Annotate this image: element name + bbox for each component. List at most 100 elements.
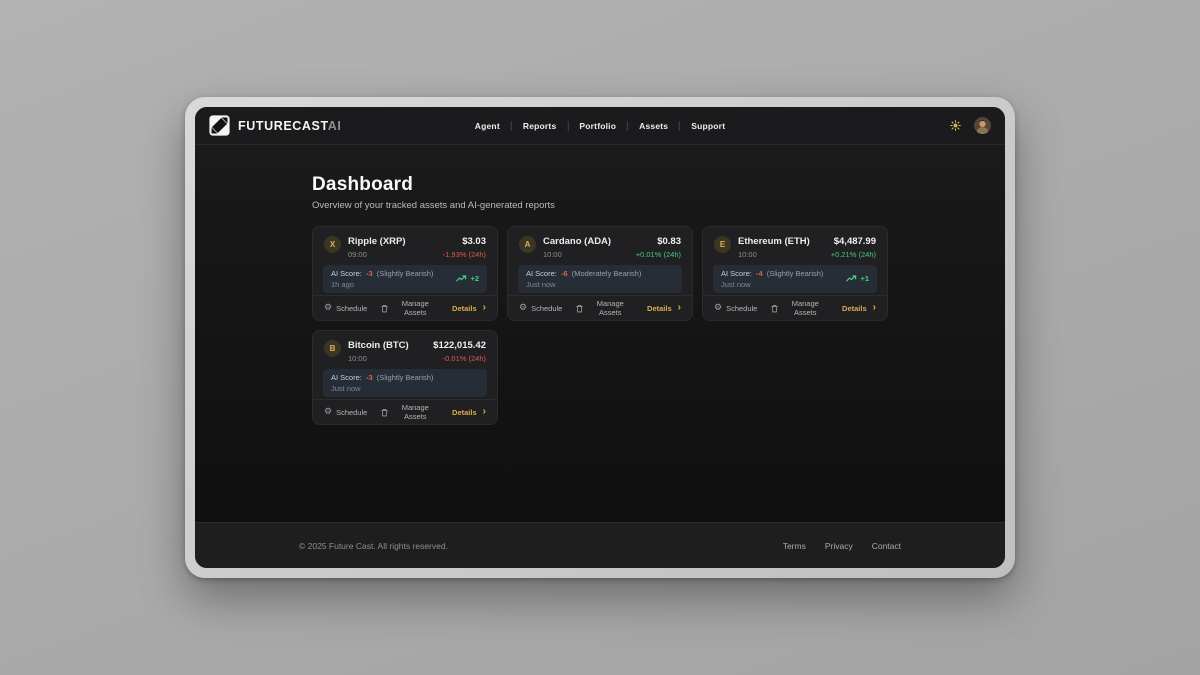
asset-card-grid: X Ripple (XRP) 09:00 $3.03 -1.93% (24h): [312, 226, 888, 425]
gear-icon: ⚙: [324, 408, 332, 417]
trash-icon: [771, 304, 778, 313]
ai-score-label: AI Score:: [331, 269, 362, 278]
asset-price: $122,015.42: [433, 340, 486, 351]
chevron-right-icon: ›: [678, 303, 681, 313]
schedule-label: Schedule: [726, 304, 757, 313]
manage-assets-button[interactable]: Manage Assets: [381, 299, 438, 317]
asset-change: -1.93% (24h): [443, 250, 486, 259]
details-button[interactable]: Details ›: [452, 408, 486, 417]
ai-updated: Just now: [721, 280, 823, 289]
user-avatar[interactable]: [974, 117, 991, 134]
asset-initial-badge: A: [519, 236, 536, 253]
brand-name: FUTURECASTAI: [238, 119, 342, 133]
nav-item-assets[interactable]: Assets: [639, 121, 668, 131]
schedule-button[interactable]: ⚙ Schedule: [519, 304, 562, 313]
manage-assets-button[interactable]: Manage Assets: [771, 299, 828, 317]
card-actions: ⚙ Schedule Manage Assets Details: [703, 295, 887, 320]
nav-item-support[interactable]: Support: [691, 121, 725, 131]
brand-logo-icon: [209, 115, 230, 136]
schedule-label: Schedule: [336, 408, 367, 417]
details-label: Details: [842, 304, 867, 313]
ai-score-row: AI Score: -3 (Slightly Bearish) Just now: [323, 369, 487, 398]
trending-up-icon: [456, 275, 467, 282]
schedule-label: Schedule: [336, 304, 367, 313]
footer-link-privacy[interactable]: Privacy: [825, 541, 853, 551]
copyright-text: © 2025 Future Cast. All rights reserved.: [299, 541, 448, 551]
ai-sentiment: (Slightly Bearish): [767, 269, 824, 278]
nav-item-reports[interactable]: Reports: [523, 121, 557, 131]
card-actions: ⚙ Schedule Manage Assets Details: [313, 295, 497, 320]
app-window: FUTURECASTAI Agent Reports Portfolio Ass…: [185, 97, 1015, 578]
ai-updated: Just now: [331, 384, 433, 393]
ai-score-row: AI Score: -3 (Slightly Bearish) 1h ago: [323, 265, 487, 294]
schedule-button[interactable]: ⚙ Schedule: [714, 304, 757, 313]
asset-name: Bitcoin (BTC): [348, 340, 409, 351]
details-button[interactable]: Details ›: [842, 304, 876, 313]
ai-updated: Just now: [526, 280, 641, 289]
ai-updated: 1h ago: [331, 280, 433, 289]
app-screen: FUTURECASTAI Agent Reports Portfolio Ass…: [195, 107, 1005, 568]
ai-sentiment: (Slightly Bearish): [377, 269, 434, 278]
asset-change: +0.01% (24h): [636, 250, 681, 259]
header-right: [950, 117, 991, 134]
card-actions: ⚙ Schedule Manage Assets Details: [508, 295, 692, 320]
gear-icon: ⚙: [519, 304, 527, 313]
asset-change: +0.21% (24h): [831, 250, 876, 259]
footer-links: Terms Privacy Contact: [783, 541, 901, 551]
page-subtitle: Overview of your tracked assets and AI-g…: [312, 200, 888, 211]
nav-item-agent[interactable]: Agent: [475, 121, 500, 131]
footer-link-contact[interactable]: Contact: [872, 541, 901, 551]
footer-link-terms[interactable]: Terms: [783, 541, 806, 551]
trending-up-icon: [846, 275, 857, 282]
ai-score-value: -3: [366, 373, 373, 382]
asset-price: $0.83: [636, 236, 681, 247]
asset-initial-badge: E: [714, 236, 731, 253]
asset-time: 10:00: [348, 354, 409, 363]
schedule-button[interactable]: ⚙ Schedule: [324, 304, 367, 313]
schedule-button[interactable]: ⚙ Schedule: [324, 408, 367, 417]
ai-score-value: -3: [366, 269, 373, 278]
details-label: Details: [452, 304, 477, 313]
trash-icon: [381, 304, 388, 313]
nav-separator: [511, 121, 512, 131]
theme-toggle-sun-icon[interactable]: [950, 120, 961, 131]
ai-score-label: AI Score:: [721, 269, 752, 278]
trash-icon: [576, 304, 583, 313]
details-button[interactable]: Details ›: [452, 304, 486, 313]
trend-badge: +1: [846, 274, 869, 283]
ai-score-label: AI Score:: [526, 269, 557, 278]
ai-sentiment: (Moderately Bearish): [572, 269, 642, 278]
asset-card-cardano: A Cardano (ADA) 10:00 $0.83 +0.01% (24h): [507, 226, 693, 321]
asset-card-ripple: X Ripple (XRP) 09:00 $3.03 -1.93% (24h): [312, 226, 498, 321]
nav-item-portfolio[interactable]: Portfolio: [579, 121, 616, 131]
trend-value: +2: [470, 274, 479, 283]
ai-score-value: -6: [561, 269, 568, 278]
asset-change: -0.01% (24h): [433, 354, 486, 363]
manage-assets-button[interactable]: Manage Assets: [381, 403, 438, 421]
ai-sentiment: (Slightly Bearish): [377, 373, 434, 382]
asset-price: $3.03: [443, 236, 486, 247]
details-label: Details: [452, 408, 477, 417]
details-button[interactable]: Details ›: [647, 304, 681, 313]
main-nav: Agent Reports Portfolio Assets Support: [475, 121, 725, 131]
manage-assets-button[interactable]: Manage Assets: [576, 299, 633, 317]
main-content: Dashboard Overview of your tracked asset…: [195, 145, 1005, 522]
asset-initial-badge: B: [324, 340, 341, 357]
brand: FUTURECASTAI: [209, 115, 342, 136]
nav-separator: [567, 121, 568, 131]
asset-time: 10:00: [543, 250, 611, 259]
asset-time: 09:00: [348, 250, 406, 259]
gear-icon: ⚙: [324, 304, 332, 313]
trend-badge: +2: [456, 274, 479, 283]
ai-score-row: AI Score: -6 (Moderately Bearish) Just n…: [518, 265, 682, 294]
trash-icon: [381, 408, 388, 417]
manage-assets-label: Manage Assets: [392, 299, 438, 317]
asset-price: $4,487.99: [831, 236, 876, 247]
asset-card-bitcoin: B Bitcoin (BTC) 10:00 $122,015.42 -0.01%…: [312, 330, 498, 425]
asset-time: 10:00: [738, 250, 810, 259]
schedule-label: Schedule: [531, 304, 562, 313]
asset-name: Cardano (ADA): [543, 236, 611, 247]
card-actions: ⚙ Schedule Manage Assets Details: [313, 399, 497, 424]
chevron-right-icon: ›: [483, 303, 486, 313]
chevron-right-icon: ›: [873, 303, 876, 313]
